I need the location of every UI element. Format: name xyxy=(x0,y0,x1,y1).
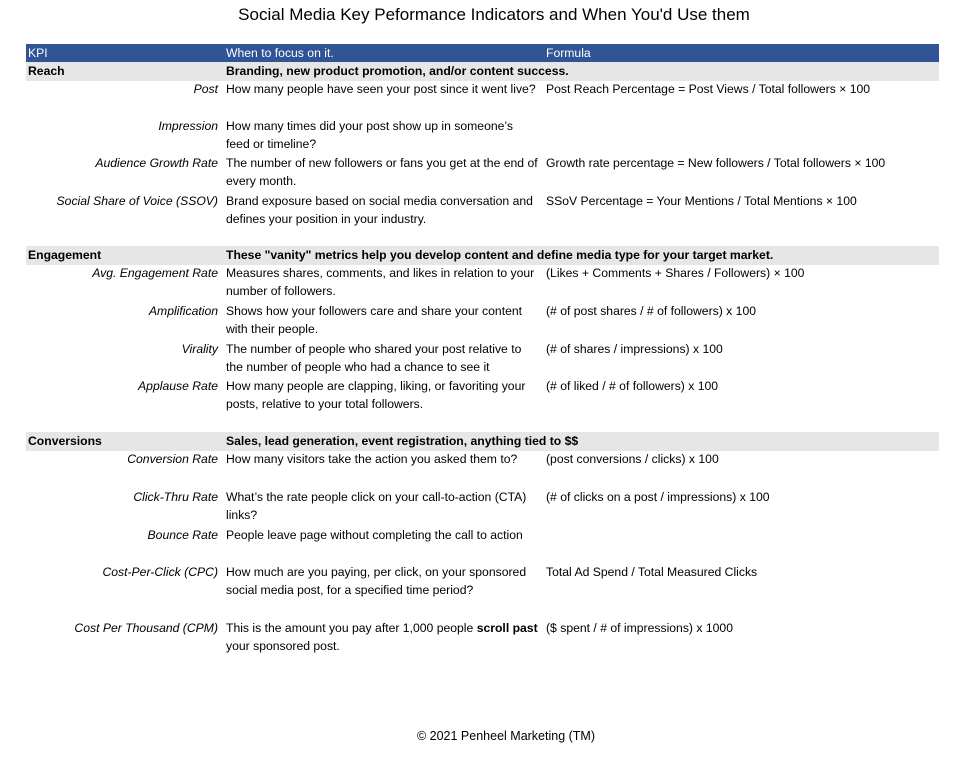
kpi-formula xyxy=(543,118,939,155)
section-name: Reach xyxy=(28,64,65,78)
kpi-formula: (# of clicks on a post / impressions) x … xyxy=(546,490,770,504)
table-row: Social Share of Voice (SSOV) Brand expos… xyxy=(26,193,939,230)
kpi-formula: (# of shares / impressions) x 100 xyxy=(546,342,723,356)
kpi-when: How many people have seen your post sinc… xyxy=(226,82,536,96)
copyright-footer: © 2021 Penheel Marketing (TM) xyxy=(416,729,596,743)
kpi-formula: (# of post shares / # of followers) x 10… xyxy=(546,304,756,318)
section-name: Conversions xyxy=(28,434,102,448)
table-row: Bounce Rate People leave page without co… xyxy=(26,527,939,564)
column-header-formula: Formula xyxy=(546,46,591,60)
kpi-formula: Total Ad Spend / Total Measured Clicks xyxy=(546,565,758,579)
kpi-when: How many times did your post show up in … xyxy=(226,119,513,151)
table-row: Virality The number of people who shared… xyxy=(26,341,939,378)
section-row-conversions: Conversions Sales, lead generation, even… xyxy=(26,432,939,451)
table-row: Cost-Per-Click (CPC) How much are you pa… xyxy=(26,564,939,620)
kpi-name: Audience Growth Rate xyxy=(95,156,218,170)
kpi-when: How many people are clapping, liking, or… xyxy=(226,379,526,411)
kpi-when: What’s the rate people click on your cal… xyxy=(226,490,527,522)
kpi-name: Bounce Rate xyxy=(147,528,218,542)
section-description: These "vanity" metrics help you develop … xyxy=(226,248,774,262)
kpi-formula: (# of liked / # of followers) x 100 xyxy=(546,379,719,393)
kpi-formula: ($ spent / # of impressions) x 1000 xyxy=(546,621,733,635)
kpi-table: KPI When to focus on it. Formula Reach B… xyxy=(26,44,939,657)
kpi-formula: Growth rate percentage = New followers /… xyxy=(546,156,886,170)
kpi-formula: (Likes + Comments + Shares / Followers) … xyxy=(546,266,805,280)
kpi-name: Impression xyxy=(158,119,218,133)
kpi-when: Shows how your followers care and share … xyxy=(226,304,523,336)
kpi-name: Social Share of Voice (SSOV) xyxy=(56,194,218,208)
table-row: Post How many people have seen your post… xyxy=(26,81,939,118)
kpi-name: Amplification xyxy=(148,304,218,318)
page-title: Social Media Key Peformance Indicators a… xyxy=(238,5,750,24)
kpi-when-text: This is the amount you pay after 1,000 p… xyxy=(226,621,477,635)
kpi-name: Click-Thru Rate xyxy=(133,490,218,504)
kpi-when: The number of people who shared your pos… xyxy=(226,342,522,374)
column-header-when: When to focus on it. xyxy=(226,46,334,60)
kpi-when: How many visitors take the action you as… xyxy=(226,452,518,466)
table-row: Avg. Engagement Rate Measures shares, co… xyxy=(26,265,939,303)
kpi-formula: (post conversions / clicks) x 100 xyxy=(546,452,719,466)
kpi-formula xyxy=(543,527,939,564)
section-row-reach: Reach Branding, new product promotion, a… xyxy=(26,62,939,81)
kpi-formula: Post Reach Percentage = Post Views / Tot… xyxy=(546,82,871,96)
kpi-when: This is the amount you pay after 1,000 p… xyxy=(223,620,543,657)
kpi-name: Virality xyxy=(181,342,218,356)
kpi-name: Post xyxy=(193,82,218,96)
table-row: Cost Per Thousand (CPM) This is the amou… xyxy=(26,620,939,657)
kpi-formula: SSoV Percentage = Your Mentions / Total … xyxy=(546,194,857,208)
kpi-name: Applause Rate xyxy=(138,379,218,393)
kpi-name: Conversion Rate xyxy=(127,452,218,466)
table-header-row: KPI When to focus on it. Formula xyxy=(26,44,939,62)
table-row: Audience Growth Rate The number of new f… xyxy=(26,155,939,193)
kpi-when: Brand exposure based on social media con… xyxy=(226,194,533,226)
kpi-when: How much are you paying, per click, on y… xyxy=(226,565,527,597)
section-name: Engagement xyxy=(28,248,102,262)
kpi-when: The number of new followers or fans you … xyxy=(226,156,538,188)
section-description: Sales, lead generation, event registrati… xyxy=(226,434,579,448)
section-description: Branding, new product promotion, and/or … xyxy=(226,64,569,78)
kpi-when: People leave page without completing the… xyxy=(226,528,523,542)
table-row: Click-Thru Rate What’s the rate people c… xyxy=(26,489,939,527)
column-header-kpi: KPI xyxy=(28,46,48,60)
table-row: Conversion Rate How many visitors take t… xyxy=(26,451,939,489)
table-row: Amplification Shows how your followers c… xyxy=(26,303,939,341)
table-row: Applause Rate How many people are clappi… xyxy=(26,378,939,415)
kpi-name: Cost-Per-Click (CPC) xyxy=(102,565,218,579)
kpi-name: Avg. Engagement Rate xyxy=(92,266,218,280)
section-row-engagement: Engagement These "vanity" metrics help y… xyxy=(26,246,939,265)
kpi-when: Measures shares, comments, and likes in … xyxy=(226,266,535,298)
kpi-name: Cost Per Thousand (CPM) xyxy=(74,621,218,635)
kpi-when-emphasis: scroll past xyxy=(476,621,538,635)
table-row: Impression How many times did your post … xyxy=(26,118,939,155)
kpi-when-text: your sponsored post. xyxy=(226,638,340,653)
